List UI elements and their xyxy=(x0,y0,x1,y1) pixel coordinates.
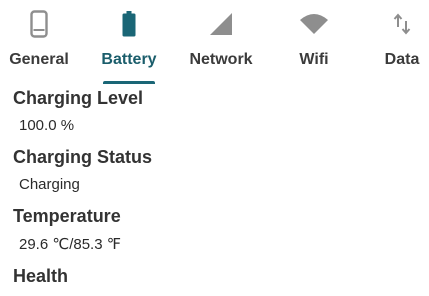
info-item-title: Charging Status xyxy=(13,147,153,167)
info-item-value: 100.0 % xyxy=(19,117,75,134)
info-item-title: Charging Level xyxy=(13,88,144,108)
data-transfer-icon xyxy=(387,8,417,40)
tab-network[interactable]: Network xyxy=(182,0,260,85)
tab-wifi-label: Wifi xyxy=(299,51,329,68)
info-item-value: Charging xyxy=(19,176,80,193)
info-item-title: Temperature xyxy=(13,206,121,226)
info-item-value: 29.6 ℃/85.3 ℉ xyxy=(19,236,122,253)
tab-general-label: General xyxy=(9,51,69,68)
tab-data-label: Data xyxy=(384,51,420,68)
tab-bar: General Battery Network Wifi Data xyxy=(0,0,429,85)
wifi-icon xyxy=(299,8,329,40)
battery-icon xyxy=(114,8,144,40)
tab-network-label: Network xyxy=(189,51,253,68)
tab-battery-label: Battery xyxy=(101,51,157,68)
tab-battery[interactable]: Battery xyxy=(90,0,168,85)
tab-wifi[interactable]: Wifi xyxy=(275,0,353,85)
tab-data[interactable]: Data xyxy=(363,0,429,85)
tab-general[interactable]: General xyxy=(0,0,78,85)
active-tab-indicator xyxy=(103,81,155,84)
info-item-title: Health xyxy=(13,266,69,286)
phone-icon xyxy=(24,8,54,40)
signal-icon xyxy=(206,8,236,40)
